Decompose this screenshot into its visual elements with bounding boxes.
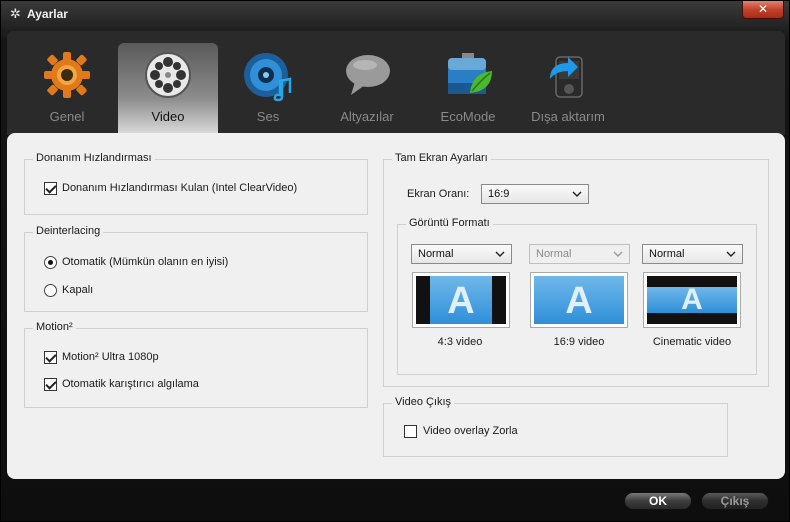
- speaker-icon: [242, 49, 294, 102]
- deinterlacing-off-label: Kapalı: [62, 284, 94, 296]
- deinterlacing-off-radio[interactable]: [44, 284, 57, 297]
- tab-label: EcoMode: [440, 109, 496, 124]
- tab-label: Genel: [49, 109, 85, 124]
- format-cinematic-preview[interactable]: A: [643, 272, 741, 328]
- format-169-select[interactable]: Normal: [529, 244, 630, 264]
- format-169-caption: 16:9 video: [553, 336, 605, 348]
- format-43-select[interactable]: Normal: [411, 244, 512, 264]
- tab-strip: Genel Video Ses Altyazılar EcoMode Dışa …: [7, 31, 785, 135]
- tab-label: Altyazılar: [340, 109, 394, 124]
- ok-button[interactable]: OK: [624, 492, 692, 510]
- group-fullscreen-settings: Tam Ekran Ayarları Ekran Oranı: 16:9 Gör…: [383, 152, 769, 387]
- tab-altyazilar[interactable]: Altyazılar: [317, 43, 417, 135]
- title-bar[interactable]: ✲ Ayarlar ✕: [1, 1, 789, 29]
- group-title: Video Çıkış: [392, 396, 455, 408]
- film-reel-icon: [142, 49, 194, 101]
- video-overlay-label: Video overlay Zorla: [423, 425, 518, 437]
- format-43-preview[interactable]: A: [412, 272, 510, 328]
- group-title: Tam Ekran Ayarları: [392, 152, 491, 164]
- screen-ratio-select[interactable]: 16:9: [481, 184, 589, 204]
- battery-leaf-icon: [442, 49, 494, 101]
- group-image-format: Görüntü Formatı Normal A 4:3 video Norma…: [397, 217, 757, 375]
- tab-video[interactable]: Video: [118, 43, 218, 135]
- hw-acceleration-label: Donanım Hızlandırması Kulan (Intel Clear…: [62, 182, 298, 194]
- video-settings-panel: Donanım Hızlandırması Donanım Hızlandırm…: [7, 133, 785, 479]
- auto-mixer-checkbox[interactable]: [44, 378, 57, 391]
- tab-ses[interactable]: Ses: [218, 43, 318, 135]
- screen-ratio-label: Ekran Oranı:: [407, 188, 470, 200]
- close-button[interactable]: ✕: [742, 1, 784, 19]
- gear-small-icon: ✲: [10, 6, 21, 21]
- hw-acceleration-checkbox[interactable]: [44, 182, 57, 195]
- cancel-button[interactable]: Çıkış: [701, 492, 769, 510]
- tab-disa-aktarim[interactable]: Dışa aktarım: [518, 43, 618, 135]
- window-title: Ayarlar: [27, 7, 68, 21]
- chevron-down-icon: [572, 191, 582, 197]
- format-cinematic-caption: Cinematic video: [652, 336, 732, 348]
- format-169-preview[interactable]: A: [530, 272, 628, 328]
- group-deinterlacing: Deinterlacing Otomatik (Mümkün olanın en…: [24, 225, 368, 312]
- export-device-icon: [542, 49, 594, 101]
- format-43-caption: 4:3 video: [437, 336, 483, 348]
- tab-genel[interactable]: Genel: [17, 43, 117, 135]
- group-motion: Motion² Motion² Ultra 1080p Otomatik kar…: [24, 321, 368, 408]
- motion-ultra-checkbox[interactable]: [44, 351, 57, 364]
- group-title: Deinterlacing: [33, 225, 104, 237]
- gear-icon: [41, 49, 93, 101]
- group-video-output: Video Çıkış Video overlay Zorla: [383, 396, 728, 457]
- format-43-value: Normal: [418, 248, 454, 260]
- tab-label: Ses: [256, 109, 280, 124]
- group-title: Motion²: [33, 321, 76, 333]
- tab-ecomode[interactable]: EcoMode: [418, 43, 518, 135]
- format-cinematic-value: Normal: [649, 248, 685, 260]
- deinterlacing-auto-label: Otomatik (Mümkün olanın en iyisi): [62, 256, 229, 268]
- chevron-down-icon: [613, 251, 623, 257]
- format-cinematic-select[interactable]: Normal: [642, 244, 743, 264]
- tab-label: Video: [151, 109, 185, 124]
- screen-ratio-value: 16:9: [488, 188, 510, 200]
- tab-label: Dışa aktarım: [531, 109, 605, 124]
- deinterlacing-auto-radio[interactable]: [44, 256, 57, 269]
- group-hardware-acceleration: Donanım Hızlandırması Donanım Hızlandırm…: [24, 152, 368, 215]
- motion-ultra-label: Motion² Ultra 1080p: [62, 351, 159, 363]
- format-169-value: Normal: [536, 248, 572, 260]
- chevron-down-icon: [495, 251, 505, 257]
- group-title: Görüntü Formatı: [406, 217, 493, 229]
- speech-bubble-icon: [341, 49, 393, 101]
- settings-window: ✲ Ayarlar ✕ Genel Video Ses Altyazılar E…: [0, 0, 790, 522]
- group-title: Donanım Hızlandırması: [33, 152, 155, 164]
- video-overlay-checkbox[interactable]: [404, 425, 417, 438]
- auto-mixer-label: Otomatik karıştırıcı algılama: [62, 378, 199, 390]
- chevron-down-icon: [726, 251, 736, 257]
